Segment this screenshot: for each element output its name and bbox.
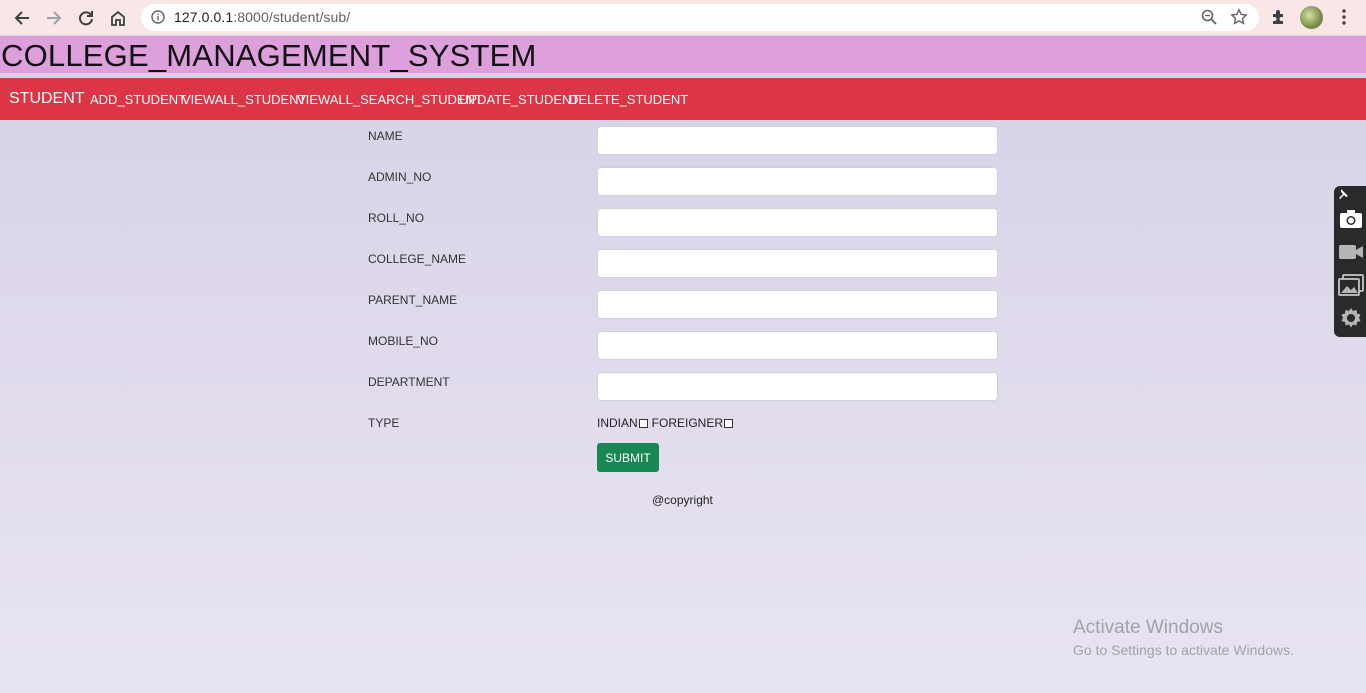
- pin-icon[interactable]: [1336, 186, 1350, 200]
- nav-link-viewall-search-student[interactable]: VIEWALL_SEARCH_STUDENT: [297, 92, 483, 107]
- camera-icon[interactable]: [1338, 206, 1364, 232]
- parent-name-label: PARENT_NAME: [368, 293, 458, 307]
- nav-link-add-student[interactable]: ADD_STUDENT: [90, 92, 186, 107]
- mobile-no-label: MOBILE_NO: [368, 334, 439, 348]
- roll-no-input[interactable]: [597, 208, 998, 237]
- gallery-icon[interactable]: [1338, 272, 1364, 298]
- navbar: STUDENT ADD_STUDENT VIEWALL_STUDENT VIEW…: [0, 78, 1366, 120]
- reload-icon[interactable]: [74, 6, 98, 30]
- department-input[interactable]: [597, 372, 998, 401]
- url-text: 127.0.0.1:8000/student/sub/: [174, 9, 351, 25]
- video-icon[interactable]: [1338, 239, 1364, 265]
- nav-link-delete-student[interactable]: DELETE_STUDENT: [569, 92, 688, 107]
- star-icon[interactable]: [1230, 8, 1248, 31]
- side-toolbar: [1334, 186, 1366, 337]
- department-label: DEPARTMENT: [368, 375, 450, 389]
- admin-no-label: ADMIN_NO: [368, 170, 432, 184]
- back-arrow-icon[interactable]: [10, 6, 34, 30]
- type-label: TYPE: [368, 416, 400, 430]
- zoom-icon[interactable]: [1201, 9, 1217, 30]
- college-name-input[interactable]: [597, 249, 998, 278]
- browser-toolbar: 127.0.0.1:8000/student/sub/: [0, 0, 1366, 35]
- foreigner-label: FOREIGNER: [651, 416, 724, 430]
- admin-no-input[interactable]: [597, 167, 998, 196]
- indian-label: INDIAN: [597, 416, 638, 430]
- home-icon[interactable]: [106, 6, 130, 30]
- indian-checkbox[interactable]: [638, 418, 648, 428]
- kebab-menu-icon[interactable]: [1337, 8, 1351, 31]
- address-bar[interactable]: 127.0.0.1:8000/student/sub/: [141, 4, 1259, 31]
- forward-arrow-icon[interactable]: [42, 6, 66, 30]
- navbar-brand[interactable]: STUDENT: [9, 90, 85, 108]
- roll-no-label: ROLL_NO: [368, 211, 425, 225]
- name-label: NAME: [368, 129, 403, 143]
- type-options: INDIAN FOREIGNER: [597, 416, 737, 430]
- copyright-text: @copyright: [652, 493, 713, 507]
- page-title: COLLEGE_MANAGEMENT_SYSTEM: [1, 38, 537, 73]
- activate-windows-subtitle: Go to Settings to activate Windows.: [1073, 642, 1294, 658]
- info-icon[interactable]: [151, 10, 165, 29]
- activate-windows-title: Activate Windows: [1073, 617, 1223, 638]
- nav-link-viewall-student[interactable]: VIEWALL_STUDENT: [182, 92, 307, 107]
- name-input[interactable]: [597, 126, 998, 155]
- parent-name-input[interactable]: [597, 290, 998, 319]
- foreigner-checkbox[interactable]: [724, 418, 734, 428]
- puzzle-icon[interactable]: [1270, 8, 1288, 31]
- college-name-label: COLLEGE_NAME: [368, 252, 467, 266]
- site-header: COLLEGE_MANAGEMENT_SYSTEM: [0, 36, 1366, 73]
- settings-icon[interactable]: [1338, 305, 1364, 331]
- mobile-no-input[interactable]: [597, 331, 998, 360]
- submit-button[interactable]: SUBMIT: [597, 443, 659, 472]
- avatar[interactable]: [1300, 6, 1323, 29]
- nav-link-update-student[interactable]: UPDATE_STUDENT: [459, 92, 579, 107]
